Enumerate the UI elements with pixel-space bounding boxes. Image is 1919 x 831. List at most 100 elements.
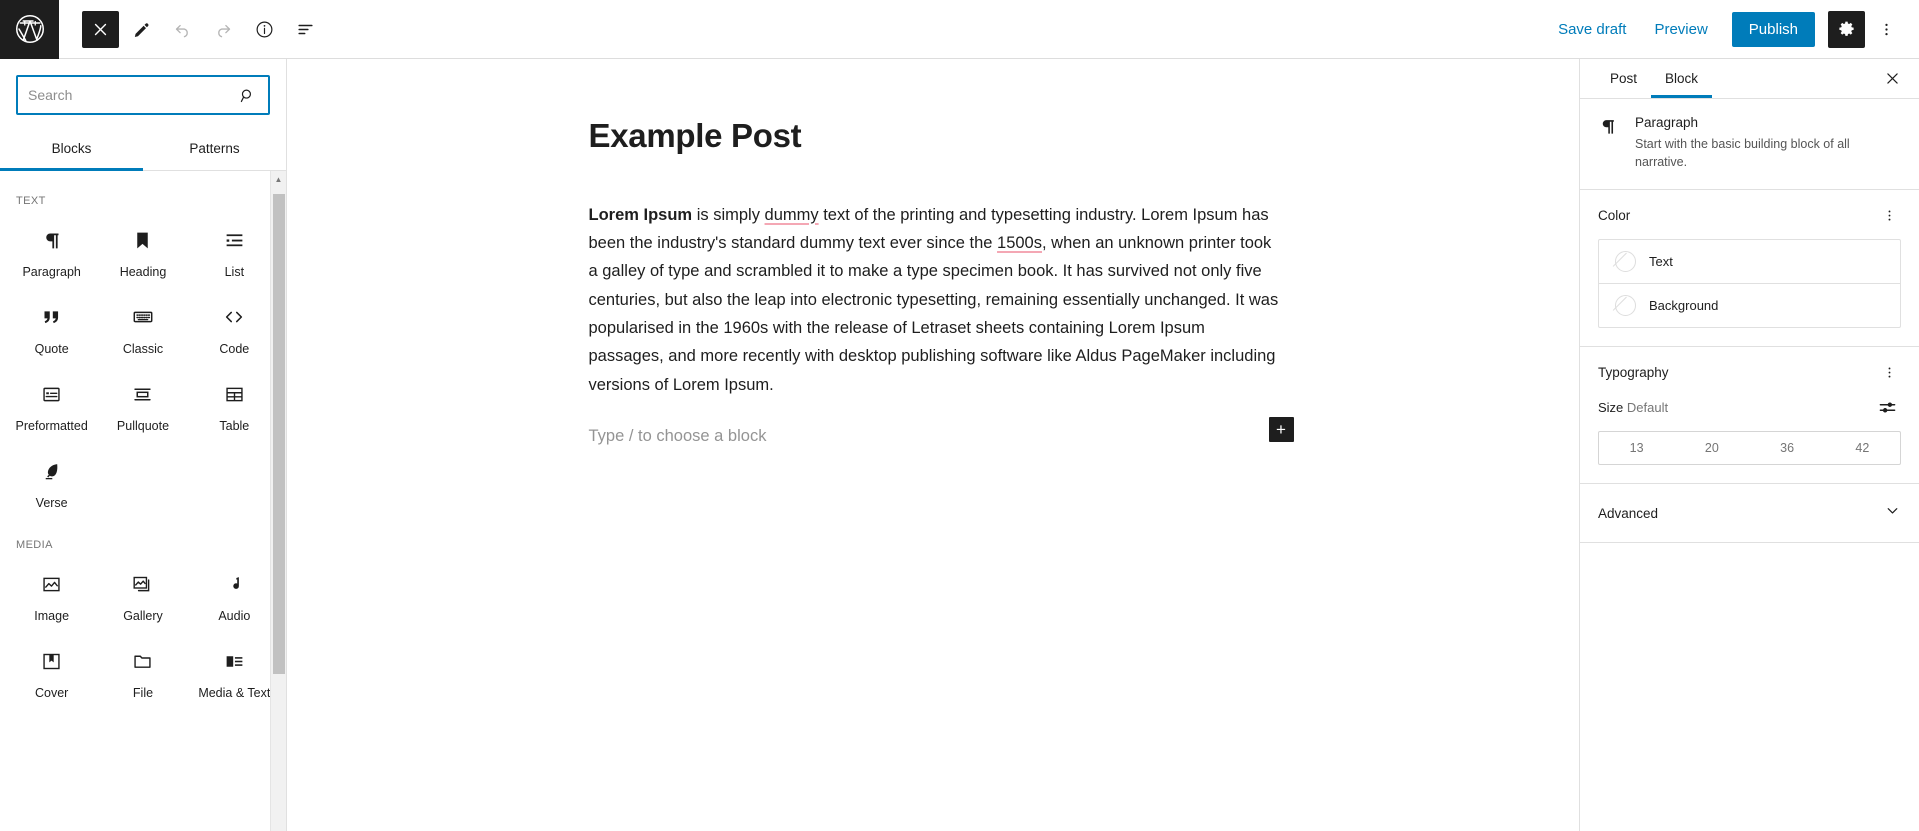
block-label: Pullquote: [116, 419, 170, 433]
font-size-option-13[interactable]: 13: [1599, 432, 1674, 464]
close-editor-button[interactable]: [82, 10, 119, 48]
block-item-cover[interactable]: Cover: [6, 634, 97, 711]
inspector-tabs: Post Block: [1580, 59, 1919, 99]
block-card: Paragraph Start with the basic building …: [1580, 99, 1919, 191]
size-current-value: Default: [1626, 400, 1669, 416]
empty-block-placeholder: Type / to choose a block: [588, 426, 767, 445]
kebab-menu-icon[interactable]: [1868, 11, 1905, 48]
color-swatch-none-icon: [1615, 251, 1636, 273]
music-note-icon: [224, 571, 245, 597]
advanced-panel-toggle[interactable]: Advanced: [1580, 484, 1919, 544]
block-item-quote[interactable]: Quote: [6, 290, 97, 367]
pullquote-icon: [132, 381, 153, 407]
block-item-gallery[interactable]: Gallery: [97, 557, 188, 634]
paragraph-pilcrow-icon: [1598, 115, 1622, 171]
list-view-button[interactable]: [287, 11, 324, 48]
block-item-media-text[interactable]: Media & Text: [189, 634, 280, 711]
search-input[interactable]: [18, 77, 239, 113]
inserter-scrollbar[interactable]: ▲: [270, 171, 286, 831]
text-block-grid: Paragraph Heading List Quote Classic Cod…: [0, 213, 286, 521]
block-item-image[interactable]: Image: [6, 557, 97, 634]
keyboard-icon: [132, 304, 154, 330]
advanced-panel-title: Advanced: [1598, 505, 1659, 521]
font-size-option-20[interactable]: 20: [1674, 432, 1749, 464]
inserter-tabs: Blocks Patterns: [0, 128, 286, 171]
size-label-text: Size: [1598, 400, 1624, 416]
block-label: List: [224, 265, 245, 279]
post-title[interactable]: Example Post: [589, 116, 1279, 156]
quote-marks-icon: [41, 304, 62, 330]
color-row-background[interactable]: Background: [1599, 283, 1900, 327]
spellcheck-word-1500s: 1500s: [997, 233, 1042, 252]
publish-button[interactable]: Publish: [1731, 11, 1815, 47]
font-size-options: 13 20 36 42: [1598, 431, 1901, 466]
block-inserter-sidebar: Blocks Patterns TEXT Paragraph Heading: [0, 59, 287, 831]
block-item-audio[interactable]: Audio: [189, 557, 280, 634]
tab-block[interactable]: Block: [1651, 60, 1713, 98]
search-icon: [239, 87, 268, 104]
search-box[interactable]: [16, 75, 270, 115]
block-item-paragraph[interactable]: Paragraph: [6, 213, 97, 290]
color-label: Text: [1649, 254, 1673, 270]
image-icon: [41, 571, 62, 597]
block-item-pullquote[interactable]: Pullquote: [97, 367, 188, 444]
block-item-file[interactable]: File: [97, 634, 188, 711]
save-draft-button[interactable]: Save draft: [1544, 13, 1640, 46]
category-label-media: MEDIA: [16, 539, 53, 551]
spellcheck-word-dummy: dummy: [764, 205, 819, 224]
tab-post[interactable]: Post: [1596, 60, 1651, 98]
empty-paragraph-block[interactable]: Type / to choose a block +: [588, 417, 1294, 451]
wordpress-logo-icon[interactable]: [0, 0, 59, 59]
block-item-list[interactable]: List: [189, 213, 280, 290]
add-block-button[interactable]: +: [1268, 417, 1294, 443]
block-label: Audio: [218, 609, 251, 623]
paragraph-pilcrow-icon: [41, 227, 62, 253]
block-item-preformatted[interactable]: Preformatted: [6, 367, 97, 444]
chevron-down-icon: [1884, 502, 1901, 524]
folder-icon: [132, 648, 153, 674]
editor-header: Save draft Preview Publish: [0, 0, 1919, 59]
block-item-heading[interactable]: Heading: [97, 213, 188, 290]
search-container: [0, 59, 286, 115]
gallery-icon: [132, 571, 153, 597]
edit-mode-button[interactable]: [123, 11, 160, 48]
color-row-text[interactable]: Text: [1599, 240, 1900, 283]
quill-pen-icon: [41, 458, 62, 484]
block-item-verse[interactable]: Verse: [6, 444, 97, 521]
block-item-code[interactable]: Code: [189, 290, 280, 367]
media-text-icon: [224, 648, 245, 674]
block-label: File: [132, 686, 154, 700]
paragraph-block[interactable]: Lorem Ipsum is simply dummy text of the …: [589, 201, 1279, 400]
block-label: Preformatted: [15, 419, 88, 433]
block-item-table[interactable]: Table: [189, 367, 280, 444]
scroll-up-arrow-icon[interactable]: ▲: [271, 171, 286, 188]
block-label: Table: [219, 419, 250, 433]
scrollbar-thumb[interactable]: [273, 194, 285, 674]
color-options-list: Text Background: [1598, 239, 1901, 329]
details-button[interactable]: [246, 11, 283, 48]
preview-button[interactable]: Preview: [1640, 13, 1721, 46]
font-size-option-42[interactable]: 42: [1825, 432, 1900, 464]
block-item-classic[interactable]: Classic: [97, 290, 188, 367]
settings-inspector-sidebar: Post Block Paragraph Start with the basi…: [1579, 59, 1919, 831]
block-label: Code: [219, 342, 250, 356]
tab-blocks[interactable]: Blocks: [0, 128, 143, 171]
tab-patterns[interactable]: Patterns: [143, 128, 286, 171]
preformatted-box-icon: [41, 381, 62, 407]
kebab-menu-icon[interactable]: [1878, 363, 1901, 382]
undo-button[interactable]: [164, 11, 201, 48]
block-label: Paragraph: [22, 265, 81, 279]
list-icon: [224, 227, 245, 253]
font-size-option-36[interactable]: 36: [1750, 432, 1825, 464]
close-icon[interactable]: [1875, 62, 1909, 96]
header-right-toolbar: Save draft Preview Publish: [1544, 10, 1919, 48]
gear-icon[interactable]: [1828, 10, 1865, 48]
redo-button[interactable]: [205, 11, 242, 48]
block-label: Image: [34, 609, 70, 623]
kebab-menu-icon[interactable]: [1878, 206, 1901, 225]
block-card-description: Start with the basic building block of a…: [1635, 137, 1850, 170]
block-label: Verse: [35, 496, 68, 510]
sliders-icon[interactable]: [1874, 396, 1901, 419]
block-label: Heading: [119, 265, 167, 279]
cover-bookmark-icon: [41, 648, 62, 674]
